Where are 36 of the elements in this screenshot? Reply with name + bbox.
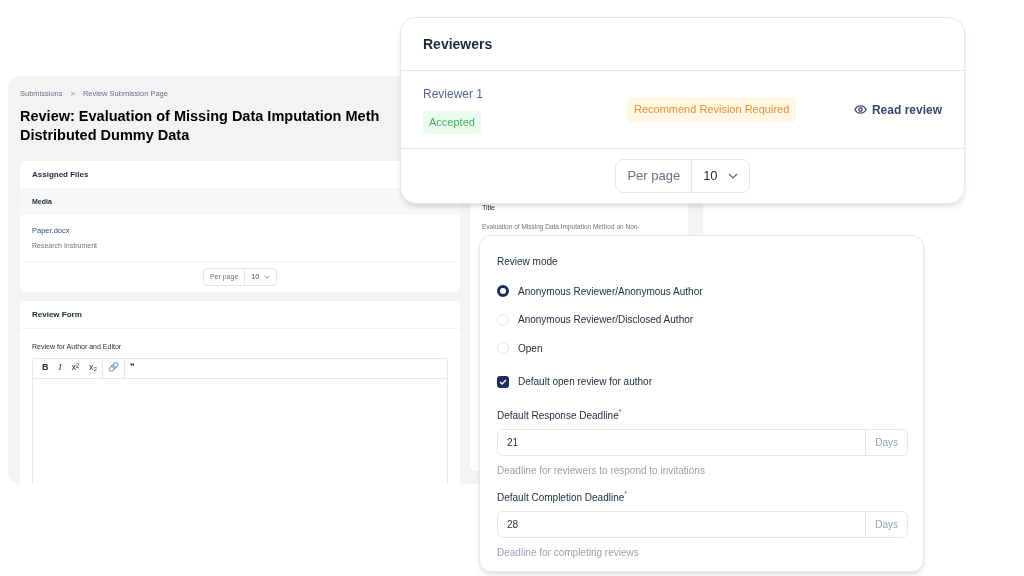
radio-button[interactable] xyxy=(497,285,509,298)
card-title: Reviewers xyxy=(401,18,964,71)
toolbar-button[interactable]: I xyxy=(53,358,67,378)
unit-label: Days xyxy=(865,429,907,455)
checkbox-label: Default open review for author xyxy=(518,375,652,389)
help-text: Deadline for completing reviews xyxy=(497,545,640,560)
radio-label: Open xyxy=(518,341,543,356)
status-badge: Accepted xyxy=(423,111,481,134)
section-label: Review mode xyxy=(497,255,559,269)
recommendation-badge: Recommend Revision Required xyxy=(627,97,797,122)
field-label: Default Completion Deadline xyxy=(497,490,625,505)
radio-label: Anonymous Reviewer/Anonymous Author xyxy=(518,284,703,299)
per-page-select[interactable]: Per page 10 xyxy=(615,159,750,193)
field-label: Default Response Deadline xyxy=(497,408,619,423)
toolbar-button[interactable]: x² xyxy=(66,358,84,378)
toolbar-button[interactable]: x₂ xyxy=(84,358,102,378)
per-page-label: Per page xyxy=(616,160,693,192)
unit-label: Days xyxy=(865,511,907,537)
page-title: Distributed Dummy Data xyxy=(20,126,190,146)
toolbar-button[interactable]: 🔗 xyxy=(102,358,124,378)
reviewer-name: Reviewer 1 xyxy=(423,86,484,104)
eye-icon xyxy=(853,105,867,114)
input-field[interactable]: 21 Days xyxy=(497,428,908,456)
per-page-value: 10 xyxy=(703,167,718,186)
input-field[interactable]: 28 Days xyxy=(497,510,908,538)
radio-label: Anonymous Reviewer/Disclosed Author xyxy=(518,313,694,328)
read-review-button[interactable]: Read review xyxy=(853,100,942,119)
chevron-down-icon xyxy=(727,173,738,179)
chevron-down-icon xyxy=(264,275,271,279)
text-editor[interactable]: B I x² x₂ 🔗 ❞ xyxy=(32,357,448,484)
toolbar-button[interactable]: ❞ xyxy=(124,358,140,378)
card-title: Review Form xyxy=(20,301,460,329)
toolbar-button[interactable]: B xyxy=(37,358,54,378)
help-text: Deadline for reviewers to respond to invitations xyxy=(497,463,706,478)
checkbox[interactable] xyxy=(497,375,509,388)
page-title: Review: Evaluation of Missing Data Imputation Meth xyxy=(20,107,380,127)
